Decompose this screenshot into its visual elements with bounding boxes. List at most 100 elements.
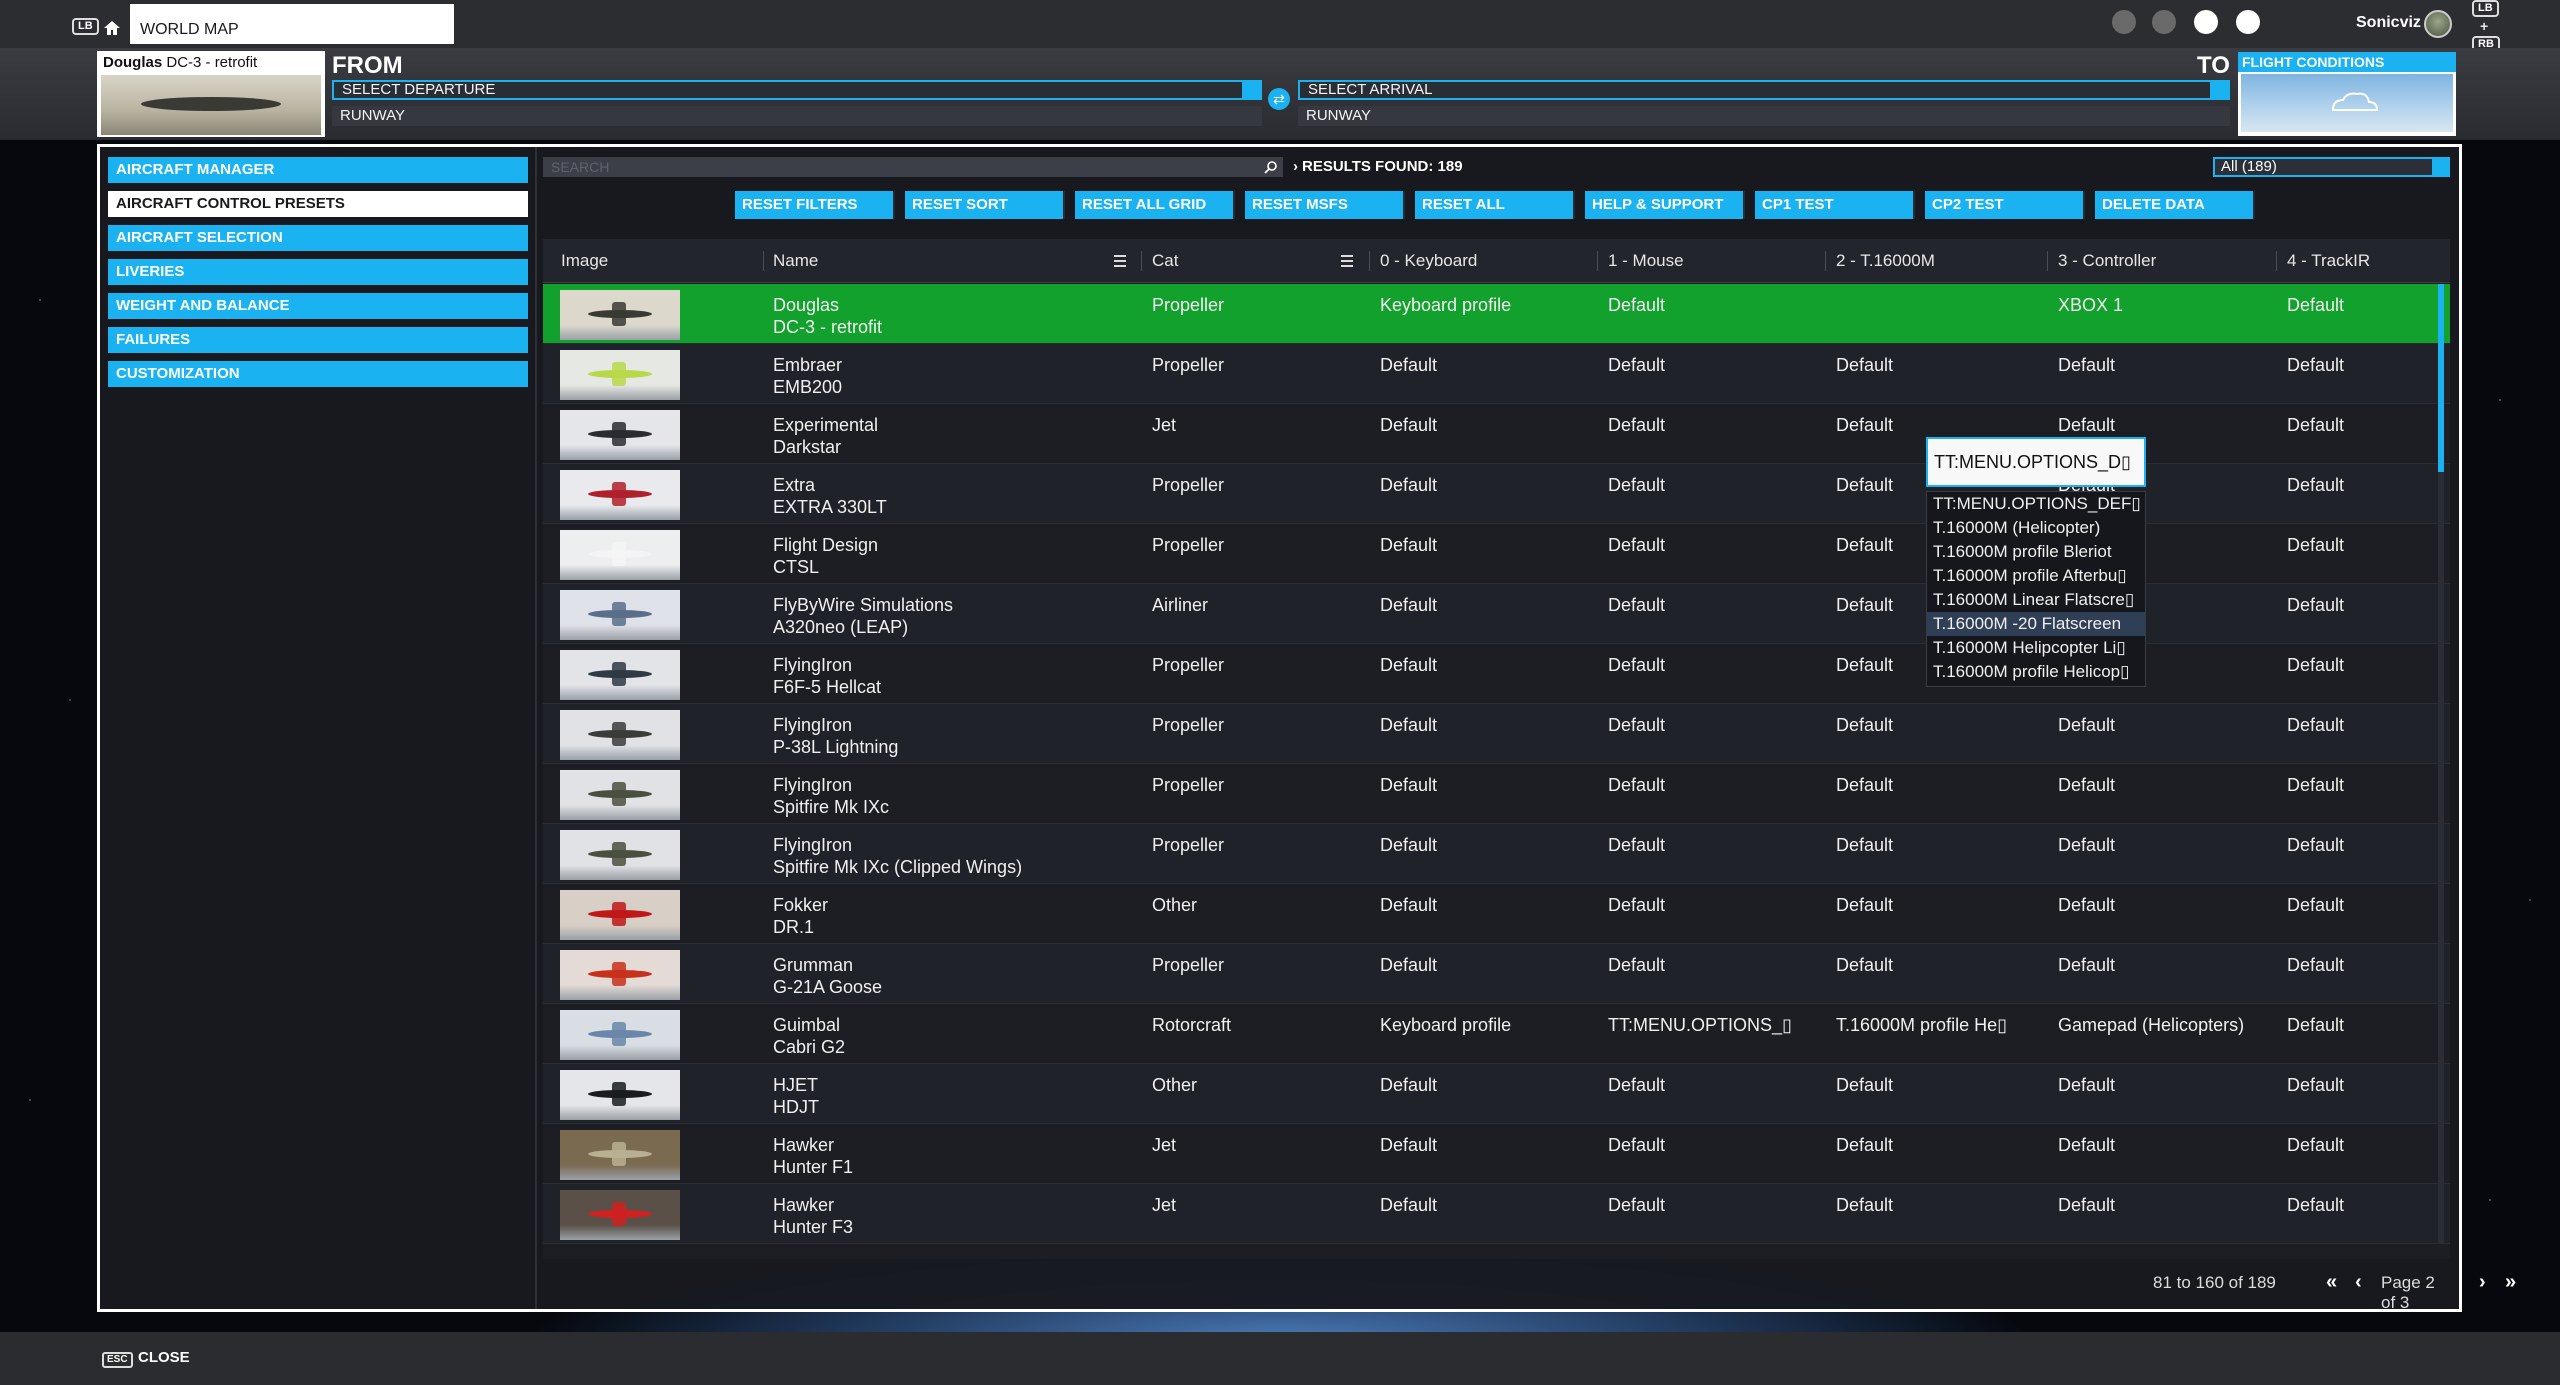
arrival-runway[interactable]: RUNWAY [1298,106,2230,126]
dropdown-option[interactable]: T.16000M Helipcopter Li▯ [1927,636,2145,660]
trackir-preset-cell[interactable]: Default [2287,654,2437,676]
table-row[interactable]: Flight Design CTSL Propeller Default Default… [543,524,2450,584]
sidebar-item-failures[interactable]: FAILURES [108,327,528,353]
home-icon[interactable] [102,19,122,37]
t16000m-preset-cell[interactable]: Default [1836,714,2041,736]
sidebar-item-aircraft-selection[interactable]: AIRCRAFT SELECTION [108,225,528,251]
table-row[interactable]: FlyByWire Simulations A320neo (LEAP) Airli… [543,584,2450,644]
reset-all-button[interactable]: RESET ALL [1415,191,1575,219]
mouse-preset-cell[interactable]: Default [1608,714,1818,736]
controller-preset-cell[interactable]: Default [2058,1134,2268,1156]
t16000m-preset-cell[interactable]: Default [1836,834,2041,856]
controller-preset-cell[interactable]: Default [2058,414,2268,436]
keyboard-preset-cell[interactable]: Default [1380,1134,1590,1156]
keyboard-preset-cell[interactable]: Default [1380,1074,1590,1096]
column-menu-icon[interactable] [1341,255,1353,267]
trackir-preset-cell[interactable]: Default [2287,954,2437,976]
keyboard-preset-cell[interactable]: Default [1380,714,1590,736]
friends-icon[interactable] [2152,10,2176,34]
t16000m-preset-cell[interactable]: Default [1836,774,2041,796]
profile-icon[interactable] [2194,10,2218,34]
sidebar-item-weight-and-balance[interactable]: WEIGHT AND BALANCE [108,293,528,319]
dropdown-option[interactable]: T.16000M profile Helicop▯ [1927,660,2145,684]
scrollbar-thumb[interactable] [2438,284,2444,472]
delete-data-button[interactable]: DELETE DATA [2095,191,2255,219]
trackir-preset-cell[interactable]: Default [2287,1194,2437,1216]
mouse-preset-cell[interactable]: Default [1608,414,1818,436]
trackir-preset-cell[interactable]: Default [2287,774,2437,796]
sidebar-item-aircraft-manager[interactable]: AIRCRAFT MANAGER [108,157,528,183]
t16000m-preset-cell[interactable]: Default [1836,1074,2041,1096]
trackir-preset-cell[interactable]: Default [2287,294,2437,316]
column-menu-icon[interactable] [1114,255,1126,267]
col-name[interactable]: Name [773,239,818,283]
t16000m-preset-cell[interactable]: T.16000M profile He▯ [1836,1014,2041,1036]
world-map-tab[interactable]: WORLD MAP [130,4,454,44]
col-trackir[interactable]: 4 - TrackIR [2287,239,2370,283]
keyboard-preset-cell[interactable]: Default [1380,594,1590,616]
selected-aircraft-card[interactable]: Douglas DC-3 - retrofit [97,51,325,137]
dropdown-option[interactable]: TT:MENU.OPTIONS_DEF▯ [1927,492,2145,516]
mouse-preset-cell[interactable]: Default [1608,534,1818,556]
next-page-icon[interactable]: › [2479,1271,2486,1294]
keyboard-preset-cell[interactable]: Default [1380,774,1590,796]
controller-preset-cell[interactable]: Default [2058,354,2268,376]
trackir-preset-cell[interactable]: Default [2287,594,2437,616]
mouse-preset-cell[interactable]: Default [1608,354,1818,376]
trackir-preset-cell[interactable]: Default [2287,714,2437,736]
controller-preset-cell[interactable]: Default [2058,774,2268,796]
table-row[interactable]: Experimental Darkstar Jet Default Default Def… [543,404,2450,464]
col-cat[interactable]: Cat [1152,239,1178,283]
dropdown-option[interactable]: T.16000M profile Bleriot [1927,540,2145,564]
first-page-icon[interactable]: « [2326,1271,2337,1294]
col-keyboard[interactable]: 0 - Keyboard [1380,239,1477,283]
sidebar-item-aircraft-control-presets[interactable]: AIRCRAFT CONTROL PRESETS [108,191,528,217]
departure-runway[interactable]: RUNWAY [332,106,1262,126]
table-row[interactable]: Grumman G-21A Goose Propeller Default Defaul… [543,944,2450,1004]
col-image[interactable]: Image [561,239,608,283]
controller-preset-cell[interactable]: Default [2058,1074,2268,1096]
t16000m-preset-cell[interactable]: Default [1836,954,2041,976]
sidebar-item-liveries[interactable]: LIVERIES [108,259,528,285]
mouse-preset-cell[interactable]: Default [1608,774,1818,796]
arrival-select[interactable]: SELECT ARRIVAL [1298,80,2230,100]
keyboard-preset-cell[interactable]: Default [1380,414,1590,436]
keyboard-preset-cell[interactable]: Keyboard profile [1380,294,1590,316]
sidebar-item-customization[interactable]: CUSTOMIZATION [108,361,528,387]
mouse-preset-cell[interactable]: Default [1608,1194,1818,1216]
close-button[interactable]: CLOSE [138,1349,190,1366]
table-row[interactable]: FlyingIron P-38L Lightning Propeller Defaul… [543,704,2450,764]
keyboard-preset-cell[interactable]: Default [1380,1194,1590,1216]
filter-select[interactable]: All (189) [2213,157,2450,177]
cp2-test-button[interactable]: CP2 TEST [1925,191,2085,219]
reset-msfs-button[interactable]: RESET MSFS [1245,191,1405,219]
table-row[interactable]: Guimbal Cabri G2 Rotorcraft Keyboard profil… [543,1004,2450,1064]
trackir-preset-cell[interactable]: Default [2287,354,2437,376]
col-t16000m[interactable]: 2 - T.16000M [1836,239,1935,283]
search-input[interactable]: SEARCH [543,157,1283,177]
last-page-icon[interactable]: » [2505,1271,2516,1294]
controller-preset-cell[interactable]: Default [2058,894,2268,916]
t16000m-preset-select[interactable]: TT:MENU.OPTIONS_D▯ [1926,437,2146,487]
keyboard-preset-cell[interactable]: Keyboard profile [1380,1014,1590,1036]
reset-sort-button[interactable]: RESET SORT [905,191,1065,219]
controller-preset-cell[interactable]: Default [2058,1194,2268,1216]
trackir-preset-cell[interactable]: Default [2287,1134,2437,1156]
mouse-preset-cell[interactable]: Default [1608,954,1818,976]
prev-page-icon[interactable]: ‹ [2355,1271,2362,1294]
table-row[interactable]: Douglas DC-3 - retrofit Propeller Keyboard … [543,284,2450,344]
mouse-preset-cell[interactable]: Default [1608,1134,1818,1156]
mouse-preset-cell[interactable]: Default [1608,474,1818,496]
reset-filters-button[interactable]: RESET FILTERS [735,191,895,219]
keyboard-preset-cell[interactable]: Default [1380,354,1590,376]
keyboard-preset-cell[interactable]: Default [1380,534,1590,556]
t16000m-preset-cell[interactable]: Default [1836,1194,2041,1216]
trackir-preset-cell[interactable]: Default [2287,1074,2437,1096]
keyboard-preset-cell[interactable]: Default [1380,654,1590,676]
t16000m-preset-cell[interactable]: Default [1836,1134,2041,1156]
mouse-preset-cell[interactable]: Default [1608,294,1818,316]
avatar[interactable] [2424,10,2452,38]
table-row[interactable]: FlyingIron Spitfire Mk IXc (Clipped Wings… [543,824,2450,884]
mouse-preset-cell[interactable]: TT:MENU.OPTIONS_▯ [1608,1014,1818,1036]
table-row[interactable]: Extra EXTRA 330LT Propeller Default Default D… [543,464,2450,524]
